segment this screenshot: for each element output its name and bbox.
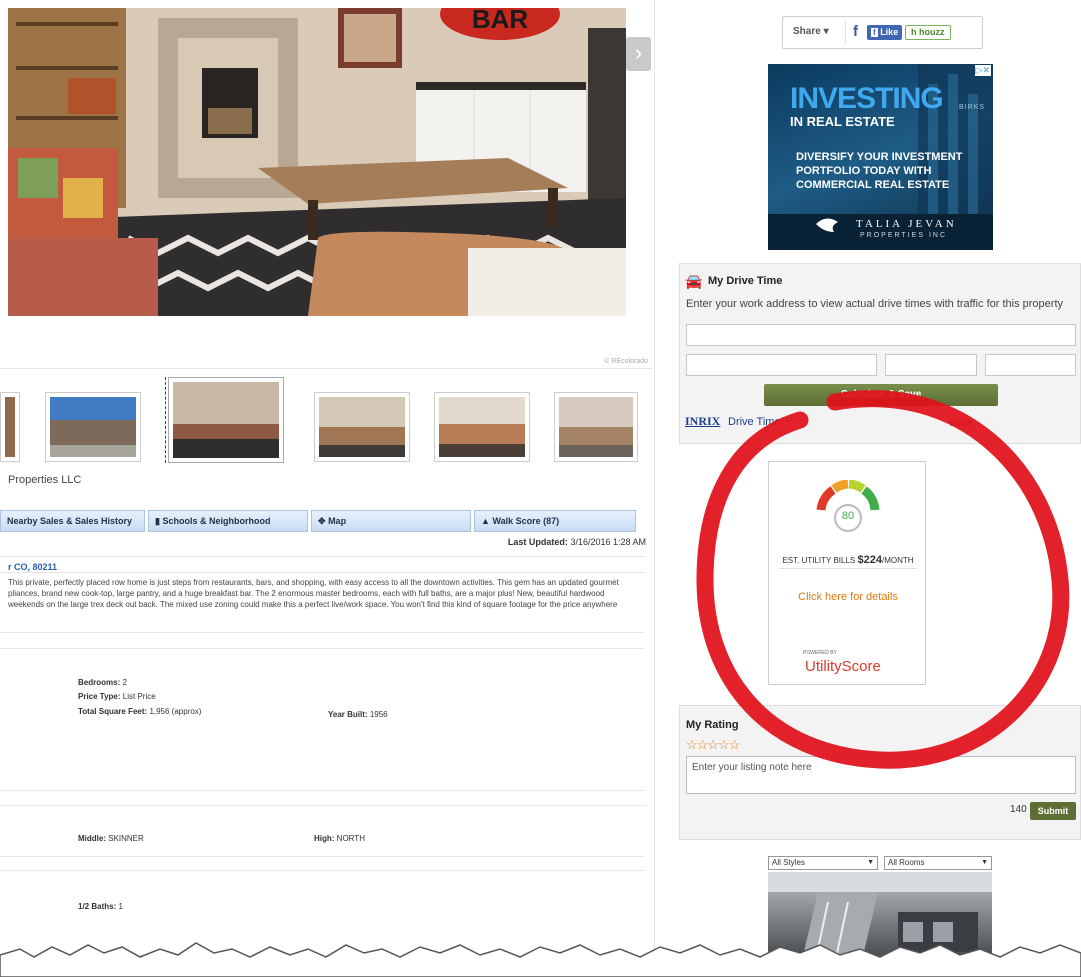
chevron-down-icon: ▼ xyxy=(981,859,988,866)
divider xyxy=(0,870,645,871)
listing-address: r CO, 80211 xyxy=(8,562,58,572)
utility-bills: EST. UTILITY BILLS $224/MONTH xyxy=(782,554,914,566)
rooms-select[interactable]: All Rooms ▼ xyxy=(884,856,992,870)
calculate-save-button[interactable]: Calculate & Save xyxy=(764,384,998,406)
divider xyxy=(0,648,645,649)
my-rating-panel: My Rating ☆☆☆☆☆ Enter your listing note … xyxy=(679,705,1081,840)
star-rating[interactable]: ☆☆☆☆☆ xyxy=(686,737,740,753)
utility-score-value: 80 xyxy=(841,510,855,522)
divider xyxy=(0,856,645,857)
ad-choices-icon[interactable]: ▷✕ xyxy=(974,65,991,76)
utilityscore-logo: UtilityScore xyxy=(805,658,881,675)
tab-map[interactable]: ✥ Map xyxy=(311,510,471,532)
ad-subhead: IN REAL ESTATE xyxy=(790,114,895,129)
car-icon: 🚘 xyxy=(685,273,703,289)
my-rating-title: My Rating xyxy=(686,719,739,731)
facebook-icon[interactable]: f xyxy=(853,23,858,40)
divider xyxy=(0,805,645,806)
real-estate-ad[interactable]: ▷✕ BIRKS INVESTING IN REAL ESTATE DIVERS… xyxy=(768,64,993,250)
drive-time-panel: 🚘 My Drive Time Enter your work address … xyxy=(679,263,1081,444)
tab-nearby-sales[interactable]: Nearby Sales & Sales History xyxy=(0,510,145,532)
listing-note-input[interactable]: Enter your listing note here xyxy=(686,756,1076,794)
broker-name: Properties LLC xyxy=(8,474,82,486)
inrix-logo: INRIX xyxy=(685,414,721,428)
ad-headline: INVESTING xyxy=(790,82,944,115)
thumbnail[interactable] xyxy=(45,392,141,462)
thumbnail[interactable] xyxy=(314,392,410,462)
utility-score-widget[interactable]: 80 EST. UTILITY BILLS $224/MONTH Click h… xyxy=(768,461,926,685)
ad-brand: TALIA JEVAN xyxy=(856,218,957,230)
divider xyxy=(845,21,846,43)
city-input[interactable] xyxy=(686,354,877,376)
state-input[interactable] xyxy=(885,354,977,376)
year-built-row: Year Built: 1956 xyxy=(328,710,388,719)
share-button[interactable]: Share ▾ xyxy=(793,26,829,37)
sqft-row: Total Square Feet: 1,956 (approx) xyxy=(78,707,202,716)
listing-column: BAR › © REcolorado Properties LLC Nearby… xyxy=(0,0,655,977)
houzz-button[interactable]: h houzz xyxy=(905,25,951,40)
divider xyxy=(0,556,645,557)
torn-edge xyxy=(0,942,1081,977)
work-address-input[interactable] xyxy=(686,324,1076,346)
utility-details-link[interactable]: Click here for details xyxy=(769,591,927,603)
walk-icon: ▲ xyxy=(481,516,490,526)
drive-time-title: My Drive Time xyxy=(708,275,783,287)
bedrooms-row: Bedrooms: 2 xyxy=(78,678,127,687)
thumbnail-selected[interactable] xyxy=(168,377,284,463)
thumbnail[interactable] xyxy=(434,392,530,462)
divider xyxy=(0,368,652,369)
price-type-row: Price Type: List Price xyxy=(78,692,156,701)
drive-time-brand: Drive Time™ xyxy=(728,416,792,428)
tab-schools[interactable]: ▮ Schools & Neighborhood xyxy=(148,510,308,532)
next-photo-button[interactable]: › xyxy=(626,37,651,71)
tab-walk-score[interactable]: ▲ Walk Score (87) xyxy=(474,510,636,532)
thumbnail-divider xyxy=(165,377,166,463)
living-room-illustration: BAR xyxy=(8,8,626,316)
thumbnail[interactable] xyxy=(554,392,638,462)
ad-body: DIVERSIFY YOUR INVESTMENT PORTFOLIO TODA… xyxy=(796,151,963,191)
divider xyxy=(779,568,917,569)
drive-time-instructions: Enter your work address to view actual d… xyxy=(686,298,1063,310)
last-updated: Last Updated: 3/16/2016 1:28 AM xyxy=(507,537,646,547)
photo-credit: © REcolorado xyxy=(604,358,648,365)
submit-button[interactable]: Submit xyxy=(1030,802,1076,820)
main-listing-photo[interactable]: BAR xyxy=(8,8,626,316)
char-count: 140 xyxy=(1010,804,1027,815)
powered-by-label: POWERED BY xyxy=(803,650,837,656)
middle-school-row: Middle: SKINNER xyxy=(78,834,144,843)
half-baths-row: 1/2 Baths: 1 xyxy=(78,902,123,911)
divider xyxy=(0,632,645,633)
map-icon: ✥ xyxy=(318,516,326,526)
listing-description: This private, perfectly placed row home … xyxy=(8,578,619,609)
divider xyxy=(0,572,645,573)
high-school-row: High: NORTH xyxy=(314,834,365,843)
ad-corner-brand: BIRKS xyxy=(958,104,985,111)
divider xyxy=(0,790,645,791)
sidebar: Share ▾ f f Like h houzz ▷✕ BIRKS INVEST… xyxy=(656,0,1081,977)
styles-select[interactable]: All Styles ▼ xyxy=(768,856,878,870)
chevron-down-icon: ▼ xyxy=(867,859,874,866)
sample-link[interactable]: mple xyxy=(950,418,972,429)
facebook-like-button[interactable]: f Like xyxy=(867,25,903,40)
listing-tabs: Nearby Sales & Sales History ▮ Schools &… xyxy=(0,510,636,532)
thumbnail[interactable] xyxy=(0,392,20,462)
bar-chart-icon: ▮ xyxy=(155,516,160,526)
ad-brand-sub: PROPERTIES INC xyxy=(860,232,947,239)
facebook-logo-icon: f xyxy=(871,28,878,37)
utility-gauge-icon xyxy=(816,480,880,532)
share-bar: Share ▾ f f Like h houzz xyxy=(782,16,983,49)
houzz-icon: h xyxy=(911,27,917,37)
bar-sign: BAR xyxy=(472,8,529,34)
zip-input[interactable] xyxy=(985,354,1076,376)
